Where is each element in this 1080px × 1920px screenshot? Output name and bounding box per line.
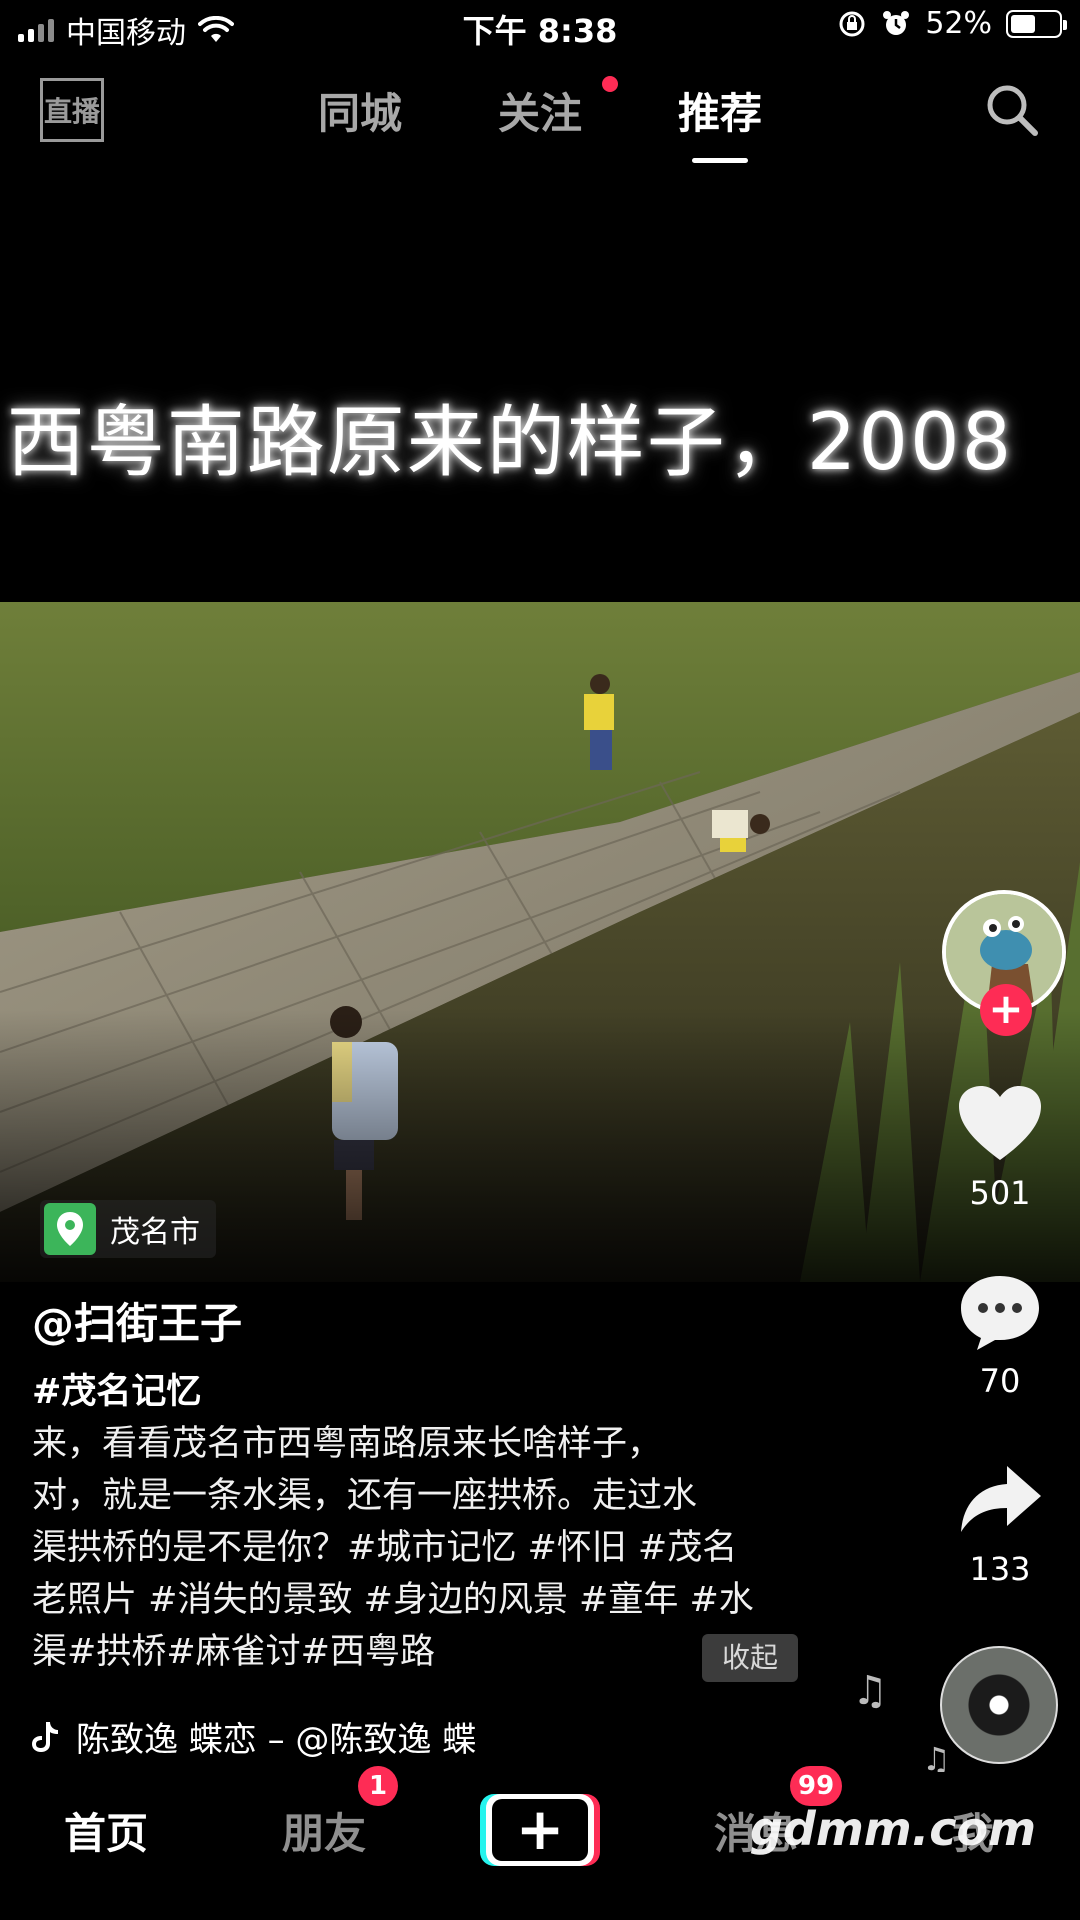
music-disc[interactable]	[940, 1646, 1058, 1764]
music-note-icon: ♫	[852, 1668, 888, 1714]
description-line: 来，看看茂名市西粤南路原来长啥样子，	[32, 1424, 663, 1464]
nav-home-label: 首页	[64, 1809, 149, 1858]
share-count: 133	[969, 1550, 1031, 1588]
tab-following-label: 关注	[497, 89, 582, 138]
description-line: 老照片 #消失的景致 #身边的风景 #童年 #水	[32, 1580, 754, 1620]
heart-icon	[959, 1086, 1041, 1160]
description-line: 渠#拱桥#麻雀讨#西粤路	[32, 1632, 435, 1672]
nav-home[interactable]: 首页	[64, 1800, 148, 1861]
comment-count: 70	[979, 1362, 1021, 1400]
top-nav: 直播 同城 关注 推荐	[0, 70, 1080, 163]
app-screen: 中国移动 下午 8:38 52% 直播 同城 关注 推荐 西粤南路原来的样子，2…	[0, 0, 1080, 1920]
status-right: 52%	[837, 6, 1067, 41]
video-frame[interactable]	[0, 602, 1080, 1282]
create-button[interactable]: +	[480, 1794, 600, 1866]
active-tab-indicator	[692, 158, 748, 163]
nav-friends[interactable]: 朋友 1	[282, 1766, 398, 1861]
collapse-button[interactable]: 收起	[702, 1634, 798, 1682]
author-username[interactable]: @扫街王子	[32, 1290, 242, 1351]
search-icon[interactable]	[982, 80, 1042, 140]
tiktok-note-icon	[32, 1721, 58, 1752]
alarm-icon	[883, 10, 910, 35]
description-line: 对，就是一条水渠，还有一座拱桥。走过水	[32, 1476, 698, 1516]
rotation-lock-icon	[839, 11, 865, 36]
bottom-nav: 首页 朋友 1 + 消息 99 我 gdmm.com	[0, 1766, 1080, 1920]
tab-nearby-label: 同城	[317, 89, 402, 138]
battery-icon	[1006, 9, 1067, 38]
watermark: gdmm.com	[750, 1802, 1036, 1856]
description-line: 渠拱桥的是不是你？#城市记忆 #怀旧 #茂名	[32, 1528, 738, 1568]
tab-nearby[interactable]: 同城	[270, 80, 450, 141]
tab-recommended[interactable]: 推荐	[630, 80, 810, 163]
status-bar: 中国移动 下午 8:38 52%	[0, 0, 1080, 54]
location-label: 茂名市	[110, 1215, 200, 1250]
location-pin-icon	[44, 1203, 96, 1255]
post-description: #茂名记忆 来，看看茂名市西粤南路原来长啥样子， 对，就是一条水渠，还有一座拱桥…	[32, 1366, 812, 1678]
share-icon	[961, 1466, 1041, 1532]
music-ticker[interactable]: 陈致逸 蝶恋 – @陈致逸 蝶	[30, 1712, 570, 1761]
friends-badge: 1	[358, 1766, 398, 1806]
comment-action[interactable]: 70	[920, 1272, 1080, 1400]
description-line: #茂名记忆	[32, 1372, 202, 1412]
feed-tabs: 同城 关注 推荐	[0, 76, 1080, 163]
canal-scene-image	[0, 602, 1080, 1282]
follow-button[interactable]: +	[980, 984, 1032, 1036]
video-title-text: 西粤南路原来的样子，2008	[6, 398, 1014, 488]
comment-icon	[961, 1276, 1039, 1350]
notification-dot	[602, 76, 618, 92]
tab-following[interactable]: 关注	[450, 76, 630, 141]
plus-icon: +	[492, 1799, 588, 1861]
messages-badge: 99	[790, 1766, 843, 1806]
music-title: 陈致逸 蝶恋 – @陈致逸 蝶	[76, 1720, 477, 1760]
share-action[interactable]: 133	[920, 1460, 1080, 1588]
like-action[interactable]: 501	[920, 1084, 1080, 1212]
like-count: 501	[969, 1174, 1031, 1212]
tab-recommended-label: 推荐	[677, 89, 762, 138]
battery-percent: 52%	[925, 6, 992, 41]
nav-friends-label: 朋友	[282, 1809, 367, 1858]
location-tag[interactable]: 茂名市	[40, 1200, 216, 1258]
